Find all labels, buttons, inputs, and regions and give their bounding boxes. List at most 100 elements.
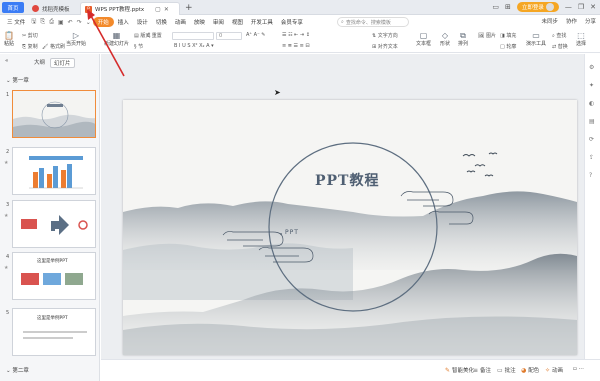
save-icon[interactable]: 🖫 bbox=[29, 17, 38, 27]
minimize-icon[interactable]: — bbox=[565, 3, 572, 11]
arrange-button[interactable]: ⧉ 排列 bbox=[458, 31, 468, 47]
section-header-1[interactable]: ⌄ 第一章 bbox=[6, 76, 29, 84]
thumb-3-preview bbox=[13, 201, 95, 247]
print-icon[interactable]: ⎙ bbox=[47, 18, 56, 26]
find-button[interactable]: ⌕ 查找 bbox=[552, 32, 566, 39]
thumb-anim-icon: ★ bbox=[4, 160, 9, 166]
search-input[interactable]: ⌕ 查找命令、搜索模板 bbox=[337, 17, 409, 27]
sync-button[interactable]: 未同步 bbox=[541, 17, 558, 25]
section-2-label: 第二章 bbox=[12, 368, 29, 374]
paste-button[interactable]: 📋 粘贴 bbox=[4, 31, 14, 47]
export-icon[interactable]: ⎘ bbox=[38, 18, 47, 26]
notes-button[interactable]: ≡ 备注 bbox=[473, 366, 491, 375]
color-scheme-button[interactable]: ◕ 配色 bbox=[521, 366, 539, 375]
select-button[interactable]: ⬚ 选择 bbox=[576, 31, 586, 47]
login-button[interactable]: 立即登录 bbox=[516, 2, 559, 12]
presenter-tools-button[interactable]: ▭ 演示工具 bbox=[526, 31, 546, 47]
list-buttons[interactable]: ☰ ☷ ⇤ ⇥ ↕ bbox=[282, 32, 310, 38]
paste-icon: 📋 bbox=[4, 31, 14, 40]
menu-design[interactable]: 设计 bbox=[133, 18, 152, 26]
new-slide-button[interactable]: ▦ 新建幻灯片 bbox=[104, 31, 129, 47]
section-label: 节 bbox=[138, 44, 144, 50]
notes-icon: ≡ bbox=[473, 366, 479, 374]
share-button[interactable]: 分享 bbox=[585, 17, 596, 25]
tab-outline[interactable]: 大纲 bbox=[34, 58, 45, 66]
menu-review[interactable]: 审阅 bbox=[209, 18, 228, 26]
copy-button[interactable]: ⎘ 复制 bbox=[22, 43, 38, 50]
slide-subtitle[interactable]: PPT bbox=[285, 229, 299, 236]
close-icon[interactable]: ✕ bbox=[590, 3, 596, 11]
new-tab-button[interactable]: + bbox=[185, 3, 193, 13]
beautify-button[interactable]: ✎ 智能美化 bbox=[445, 366, 474, 375]
format-painter-button[interactable]: 🖌 格式刷 bbox=[42, 43, 65, 50]
maximize-icon[interactable]: ❐ bbox=[578, 3, 584, 11]
menu-slideshow[interactable]: 放映 bbox=[190, 18, 209, 26]
text-direction-button[interactable]: ⇅ 文字方向 bbox=[372, 32, 398, 39]
slide-artwork bbox=[123, 100, 577, 355]
collaborate-button[interactable]: 协作 bbox=[566, 17, 577, 25]
menu-animation[interactable]: 动画 bbox=[171, 18, 190, 26]
font-size-select[interactable]: 0 bbox=[216, 32, 242, 40]
slide-thumbnail-3[interactable] bbox=[12, 200, 96, 248]
slide-title[interactable]: PPT教程 bbox=[315, 170, 379, 190]
animation-pane-icon[interactable]: ✦ bbox=[589, 82, 594, 89]
slide-thumbnail-4[interactable]: 这里是举例PPT bbox=[12, 252, 96, 300]
share-icon[interactable]: ⇪ bbox=[589, 154, 594, 161]
outline-button[interactable]: □ 轮廓 bbox=[500, 43, 516, 50]
shape-button[interactable]: ◇ 形状 bbox=[440, 31, 450, 47]
replace-button[interactable]: ⇄ 替换 bbox=[552, 43, 568, 50]
play-current-label: 当页开始 bbox=[66, 41, 87, 47]
layers-icon[interactable]: ▤ bbox=[589, 118, 595, 125]
slide-canvas[interactable]: PPT教程 PPT bbox=[101, 54, 584, 359]
preview-icon[interactable]: ▣ bbox=[56, 19, 66, 26]
undo-icon[interactable]: ↶ bbox=[66, 19, 75, 26]
animation-button[interactable]: ✧ 动画 bbox=[545, 366, 563, 375]
textbox-button[interactable]: ▢ 文本框 bbox=[416, 31, 431, 47]
collapse-panel-icon[interactable]: « bbox=[5, 58, 8, 64]
more-status-button[interactable]: ▫ ⋯ bbox=[573, 366, 584, 372]
menu-file[interactable]: 三 文件 bbox=[3, 18, 29, 26]
thumb-4-title: 这里是举例PPT bbox=[37, 259, 68, 264]
font-size-value: 0 bbox=[219, 33, 223, 39]
picture-button[interactable]: 🖼 图片 bbox=[478, 32, 496, 39]
play-current-button[interactable]: ▷ 当页开始 bbox=[66, 31, 86, 47]
menu-developer[interactable]: 开发工具 bbox=[247, 18, 277, 26]
font-grow-icon[interactable]: A⁺ A⁻ ✎ bbox=[246, 32, 266, 38]
menu-member[interactable]: 会员专享 bbox=[277, 18, 307, 26]
slide-thumbnail-5[interactable]: 这里是举例PPT bbox=[12, 308, 96, 356]
font-family-select[interactable] bbox=[172, 32, 214, 40]
menu-home[interactable]: 开始 bbox=[92, 17, 114, 27]
section-header-2[interactable]: ⌄ 第二章 bbox=[6, 366, 29, 374]
menu-view[interactable]: 视图 bbox=[228, 18, 247, 26]
design-icon[interactable]: ◐ bbox=[589, 100, 594, 107]
align-text-button[interactable]: ⊞ 对齐文本 bbox=[372, 43, 398, 50]
grid-icon[interactable]: ⊞ bbox=[505, 3, 511, 11]
slide-thumbnail-1[interactable] bbox=[12, 90, 96, 138]
property-icon[interactable]: ⚙ bbox=[589, 64, 594, 71]
fill-button[interactable]: ◨ 填充 bbox=[500, 32, 516, 39]
comments-button[interactable]: ▭ 批注 bbox=[497, 366, 516, 375]
more-icon[interactable]: ⌄ bbox=[84, 19, 93, 26]
layout-icon[interactable]: ▭ bbox=[492, 3, 499, 11]
align-buttons[interactable]: ≡ ≣ ☰ ≡ ⊟ bbox=[282, 43, 310, 49]
tab-document[interactable]: P WPS PPT教程.pptx ▢ ✕ bbox=[80, 2, 180, 15]
presenter-tools-label: 演示工具 bbox=[526, 41, 547, 47]
backup-icon[interactable]: ⟳ bbox=[589, 136, 594, 143]
cut-button[interactable]: ✂ 剪切 bbox=[22, 32, 38, 39]
section-button[interactable]: § 节 bbox=[134, 43, 143, 50]
tab-home[interactable]: 首页 bbox=[2, 2, 24, 13]
thumb-1-preview bbox=[13, 91, 95, 137]
menu-bar: 三 文件 🖫 ⎘ ⎙ ▣ ↶ ↷ ⌄ 开始 插入 设计 切换 动画 放映 审阅 … bbox=[0, 15, 600, 29]
tab-close-icon[interactable]: ✕ bbox=[164, 6, 169, 13]
font-style-bar[interactable]: B I U S X² X₂ A ▾ bbox=[174, 43, 214, 49]
tab-templates[interactable]: 找稻壳模板 bbox=[28, 2, 78, 15]
tab-pin-icon[interactable]: ▢ bbox=[155, 6, 161, 13]
slide-thumbnail-2[interactable] bbox=[12, 147, 96, 195]
help-icon[interactable]: ? bbox=[589, 172, 592, 179]
current-slide[interactable]: PPT教程 PPT bbox=[123, 100, 577, 355]
tab-slides[interactable]: 幻灯片 bbox=[50, 58, 75, 68]
reset-button[interactable]: ⟲ 重置 bbox=[146, 32, 162, 39]
menu-transition[interactable]: 切换 bbox=[152, 18, 171, 26]
menu-insert[interactable]: 插入 bbox=[114, 18, 133, 26]
redo-icon[interactable]: ↷ bbox=[75, 19, 84, 26]
